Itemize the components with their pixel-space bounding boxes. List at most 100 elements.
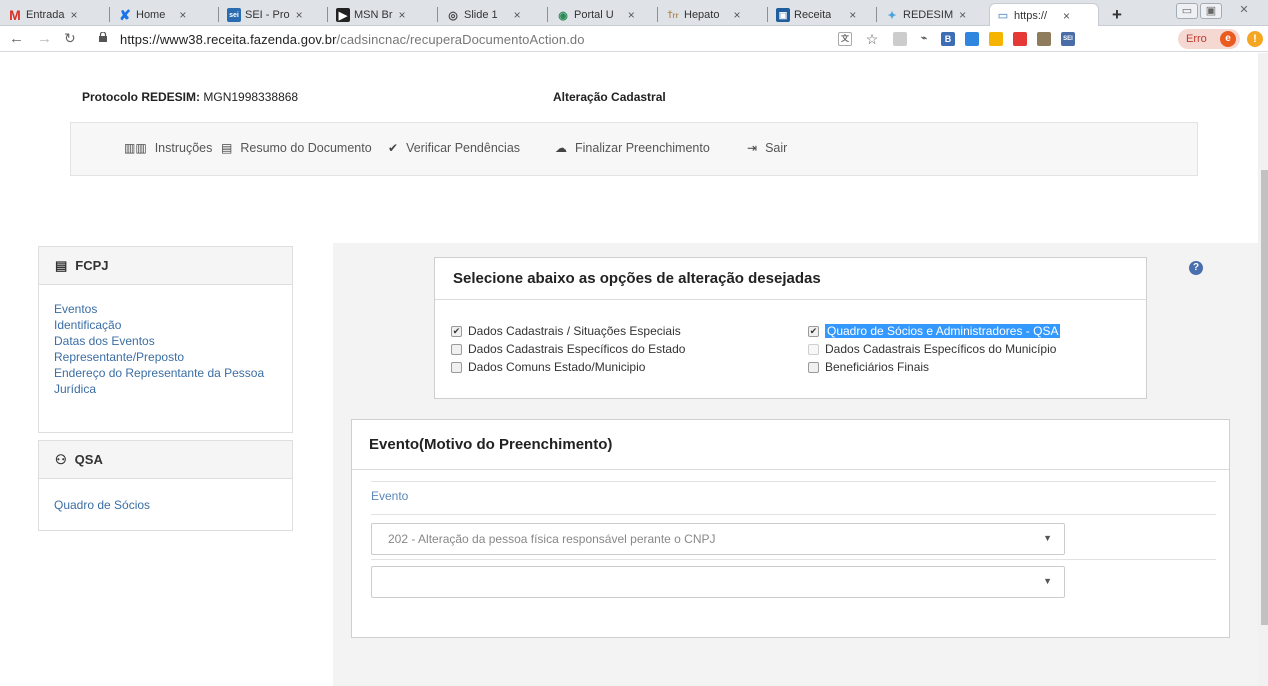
tab-close-icon[interactable]: × bbox=[179, 8, 186, 22]
check-circle-icon: ✔ bbox=[388, 141, 399, 155]
tab-separator bbox=[547, 7, 548, 22]
browser-tab-slide[interactable]: ◎ Slide 1 × bbox=[440, 4, 548, 26]
protocol-line: Protocolo REDESIM: MGN1998338868 bbox=[82, 90, 298, 104]
browser-tab-hepato[interactable]: Ťrr Hepato × bbox=[660, 4, 768, 26]
portal-icon: ◉ bbox=[558, 9, 568, 22]
tab-close-icon[interactable]: × bbox=[733, 8, 740, 22]
fcpj-panel-header: ▤ FCPJ bbox=[39, 247, 292, 285]
checkbox[interactable] bbox=[808, 361, 819, 373]
tab-separator bbox=[109, 7, 110, 22]
option-dados-estado[interactable]: Dados Cadastrais Específicos do Estado bbox=[451, 342, 685, 356]
evento-select-2[interactable]: ▼ bbox=[371, 566, 1065, 598]
browser-tab-portal[interactable]: ◉ Portal U × bbox=[550, 4, 658, 26]
book-icon: ▥▥ bbox=[124, 141, 147, 155]
divider bbox=[371, 481, 1216, 482]
browser-tab-active[interactable]: ▭ https:// × bbox=[989, 3, 1099, 27]
option-qsa[interactable]: ✔ Quadro de Sócios e Administradores - Q… bbox=[808, 324, 1061, 338]
tab-close-icon[interactable]: × bbox=[628, 8, 635, 22]
tab-close-icon[interactable]: × bbox=[1063, 9, 1070, 23]
star-icon[interactable]: ☆ bbox=[865, 32, 879, 46]
sidebar-link-quadro-socios[interactable]: Quadro de Sócios bbox=[54, 497, 277, 513]
checkbox[interactable] bbox=[451, 343, 462, 355]
extension-b-icon[interactable]: B bbox=[941, 32, 955, 46]
evento-title: Evento(Motivo do Preenchimento) bbox=[352, 420, 1229, 470]
sidebar-link-identificacao[interactable]: Identificação bbox=[54, 317, 277, 333]
tab-close-icon[interactable]: × bbox=[399, 8, 406, 22]
analytics-icon[interactable]: ⌁ bbox=[917, 32, 931, 46]
evento-select-1[interactable]: 202 - Alteração da pessoa física respons… bbox=[371, 523, 1065, 555]
tab-label: Hepato bbox=[684, 9, 720, 21]
option-dados-comuns[interactable]: Dados Comuns Estado/Municipio bbox=[451, 360, 645, 374]
extension-icon[interactable] bbox=[893, 32, 907, 46]
scrollbar-thumb[interactable] bbox=[1261, 170, 1268, 625]
browser-tab-receita[interactable]: ▣ Receita × bbox=[770, 4, 877, 26]
minimize-icon[interactable]: ▭ bbox=[1176, 3, 1198, 19]
option-label: Quadro de Sócios e Administradores - QSA bbox=[825, 324, 1061, 338]
browser-tab-gmail[interactable]: M Entrada × bbox=[2, 4, 110, 26]
extension-red-icon[interactable] bbox=[1013, 32, 1027, 46]
url-path: /cadsincnac/recuperaDocumentoAction.do bbox=[336, 32, 585, 47]
tab-close-icon[interactable]: × bbox=[296, 8, 303, 22]
page-title: Alteração Cadastral bbox=[553, 90, 666, 104]
address-bar[interactable]: https://www38.receita.fazenda.gov.br/cad… bbox=[120, 32, 585, 47]
browser-tab-redesim[interactable]: ✦ REDESIM × bbox=[879, 4, 987, 26]
alert-icon[interactable]: ! bbox=[1247, 31, 1263, 47]
extension-brown-icon[interactable] bbox=[1037, 32, 1051, 46]
extension-sei-icon[interactable]: SEI bbox=[1061, 32, 1075, 46]
back-icon[interactable]: ← bbox=[9, 30, 24, 47]
home-icon: ✘ bbox=[119, 6, 131, 23]
browser-tab-sei[interactable]: sei SEI - Pro × bbox=[221, 4, 328, 26]
protocol-label: Protocolo REDESIM: bbox=[82, 90, 201, 104]
profile-icon: e bbox=[1220, 31, 1236, 47]
receita-icon: ▣ bbox=[776, 8, 790, 22]
tab-close-icon[interactable]: × bbox=[71, 8, 78, 22]
extension-yellow-icon[interactable] bbox=[989, 32, 1003, 46]
tab-separator bbox=[437, 7, 438, 22]
sidebar-link-representante[interactable]: Representante/Preposto bbox=[54, 349, 277, 365]
browser-tab-strip: M Entrada × ✘ Home × sei SEI - Pro × ▶ M… bbox=[0, 0, 1268, 27]
error-badge[interactable]: Erro e bbox=[1178, 29, 1240, 49]
tab-label: REDESIM bbox=[903, 9, 954, 21]
option-label: Dados Cadastrais Específicos do Municípi… bbox=[825, 342, 1057, 356]
extension-blue-icon[interactable] bbox=[965, 32, 979, 46]
cloud-upload-icon: ☁ bbox=[555, 141, 567, 155]
tab-close-icon[interactable]: × bbox=[849, 8, 856, 22]
menu-finalizar[interactable]: ☁ Finalizar Preenchimento bbox=[555, 141, 710, 155]
sei-icon: sei bbox=[227, 8, 241, 22]
menu-instrucoes[interactable]: ▥▥ Instruções bbox=[124, 141, 212, 155]
browser-tab-home[interactable]: ✘ Home × bbox=[112, 4, 219, 26]
sidebar-link-endereco-representante-cont[interactable]: Jurídica bbox=[54, 381, 277, 397]
tab-close-icon[interactable]: × bbox=[514, 8, 521, 22]
menu-pendencias[interactable]: ✔ Verificar Pendências bbox=[388, 141, 520, 155]
url-domain: https://www38.receita.fazenda.gov.br bbox=[120, 32, 337, 47]
menu-label: Verificar Pendências bbox=[406, 141, 521, 155]
qsa-panel: ⚇ QSA Quadro de Sócios bbox=[38, 440, 293, 531]
checkbox-checked[interactable]: ✔ bbox=[451, 325, 462, 337]
reload-icon[interactable]: ↻ bbox=[64, 30, 76, 47]
help-icon[interactable]: ? bbox=[1189, 261, 1203, 275]
option-dados-cadastrais[interactable]: ✔ Dados Cadastrais / Situações Especiais bbox=[451, 324, 681, 338]
tab-close-icon[interactable]: × bbox=[959, 8, 966, 22]
menu-resumo[interactable]: ▤ Resumo do Documento bbox=[221, 141, 372, 155]
new-tab-button[interactable]: + bbox=[1107, 6, 1127, 24]
select-value: 202 - Alteração da pessoa física respons… bbox=[388, 532, 716, 546]
evento-label: Evento bbox=[371, 489, 409, 503]
checkbox[interactable] bbox=[451, 361, 462, 373]
option-beneficiarios[interactable]: Beneficiários Finais bbox=[808, 360, 929, 374]
checkbox-checked[interactable]: ✔ bbox=[808, 325, 819, 337]
forward-icon[interactable]: → bbox=[37, 30, 52, 47]
close-window-icon[interactable]: ✕ bbox=[1230, 3, 1258, 19]
option-label: Dados Cadastrais Específicos do Estado bbox=[468, 342, 686, 356]
error-label: Erro bbox=[1186, 33, 1207, 45]
sidebar-link-endereco-representante[interactable]: Endereço do Representante da Pessoa bbox=[54, 365, 277, 381]
sidebar-link-eventos[interactable]: Eventos bbox=[54, 301, 277, 317]
translate-icon[interactable]: 文 bbox=[838, 32, 852, 46]
sidebar-link-datas-eventos[interactable]: Datas dos Eventos bbox=[54, 333, 277, 349]
menu-sair[interactable]: ⇥ Sair bbox=[747, 141, 787, 155]
options-title: Selecione abaixo as opções de alteração … bbox=[435, 258, 1146, 300]
id-card-icon: ▤ bbox=[55, 257, 68, 273]
maximize-icon[interactable]: ▣ bbox=[1200, 3, 1222, 19]
qsa-panel-header: ⚇ QSA bbox=[39, 441, 292, 479]
fcpj-links: Eventos Identificação Datas dos Eventos … bbox=[39, 285, 292, 405]
browser-tab-msn[interactable]: ▶ MSN Br × bbox=[330, 4, 438, 26]
